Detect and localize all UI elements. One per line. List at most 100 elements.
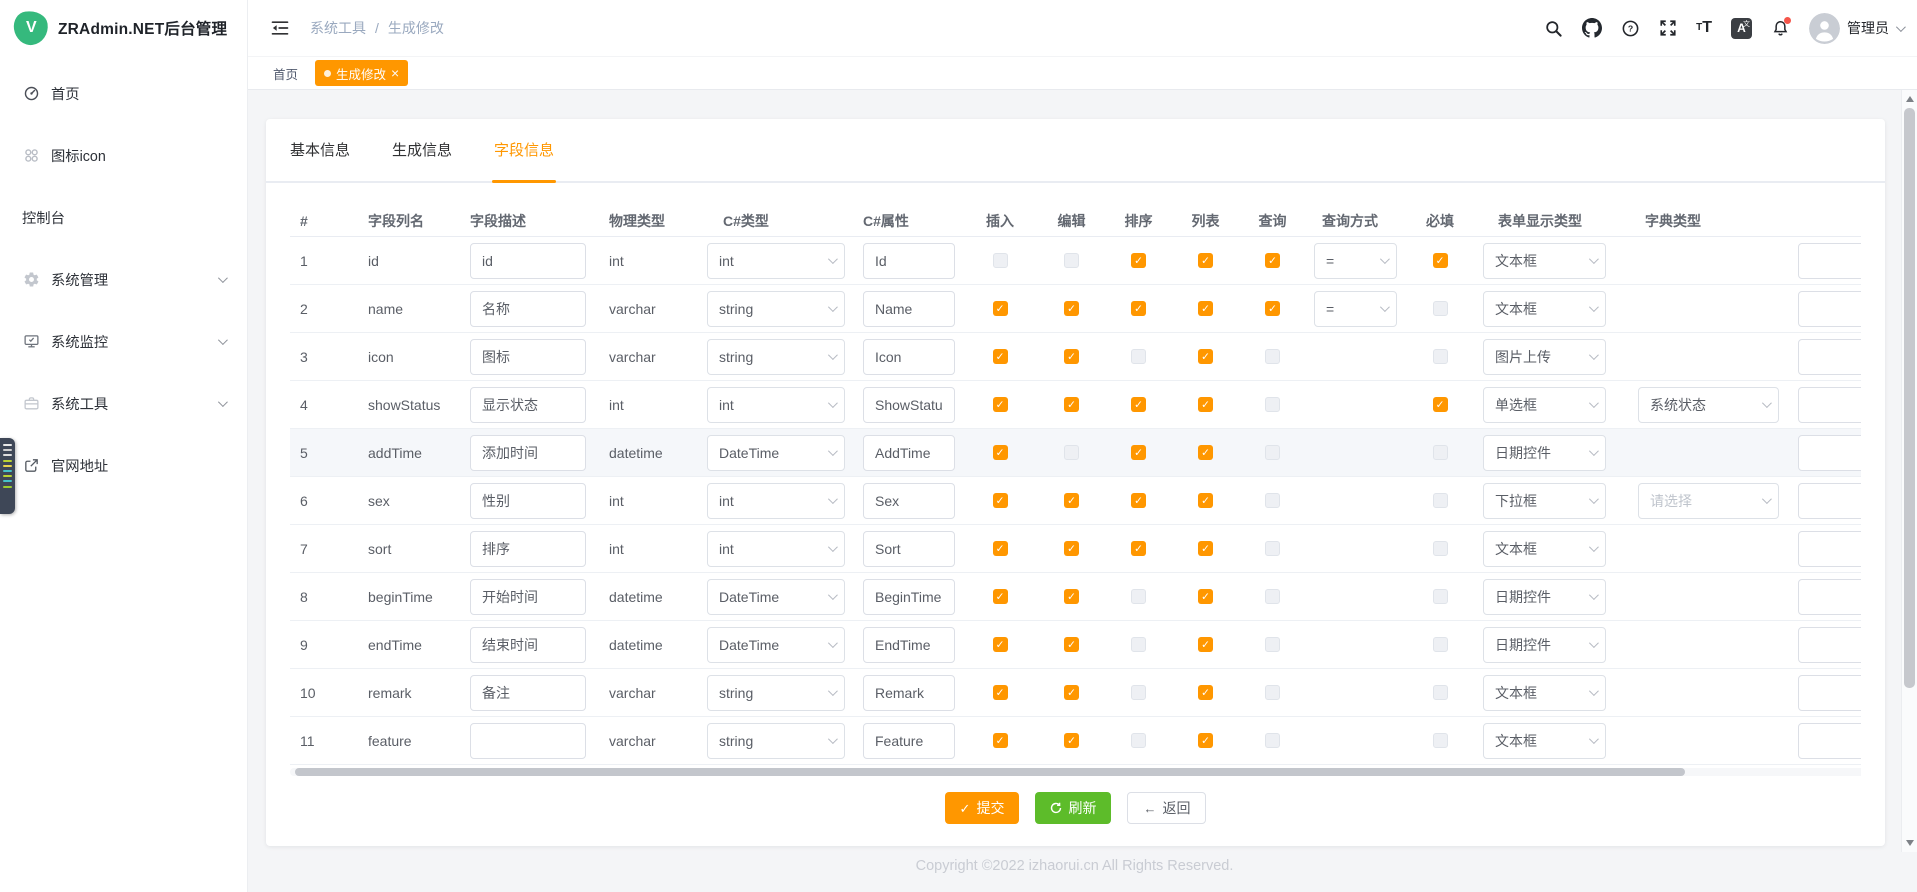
scroll-down-arrow[interactable] [1906,840,1914,846]
sidebar-item-system-tools[interactable]: 系统工具 [0,372,247,434]
sidebar-item-console[interactable]: 控制台 [0,186,247,248]
insert-checkbox[interactable]: ✓ [993,637,1008,652]
tab-generate-info[interactable]: 生成信息 [392,141,452,181]
display-type-select[interactable]: 文本框 [1483,531,1606,567]
edit-checkbox[interactable] [1064,445,1079,460]
insert-checkbox[interactable]: ✓ [993,733,1008,748]
display-type-select[interactable]: 文本框 [1483,291,1606,327]
sort-checkbox[interactable] [1131,589,1146,604]
cs-type-select[interactable]: int [707,531,845,567]
cs-type-select[interactable]: DateTime [707,435,845,471]
user-menu[interactable]: 管理员 [1809,13,1903,44]
sort-checkbox[interactable] [1131,637,1146,652]
horizontal-scrollbar[interactable] [290,768,1861,776]
refresh-button[interactable]: 刷新 [1035,792,1111,824]
tag-home[interactable]: 首页 [273,64,298,83]
cs-attribute-input[interactable] [863,387,955,423]
extra-input[interactable] [1798,435,1861,471]
description-input[interactable] [470,435,586,471]
display-type-select[interactable]: 下拉框 [1483,483,1606,519]
cs-attribute-input[interactable] [863,579,955,615]
cs-type-select[interactable]: int [707,243,845,279]
required-checkbox[interactable] [1433,637,1448,652]
description-input[interactable] [470,579,586,615]
required-checkbox[interactable] [1433,685,1448,700]
list-checkbox[interactable]: ✓ [1198,733,1213,748]
description-input[interactable] [470,675,586,711]
description-input[interactable] [470,339,586,375]
sort-checkbox[interactable]: ✓ [1131,493,1146,508]
description-input[interactable] [470,387,586,423]
dict-type-select[interactable]: 系统状态 [1638,387,1779,423]
translate-icon[interactable]: A文 [1731,18,1752,39]
sidebar-item-system-mgmt[interactable]: 系统管理 [0,248,247,310]
sidebar-item-official-site[interactable]: 官网地址 [0,434,247,496]
description-input[interactable] [470,483,586,519]
edit-checkbox[interactable]: ✓ [1064,493,1079,508]
description-input[interactable] [470,243,586,279]
display-type-select[interactable]: 单选框 [1483,387,1606,423]
query-checkbox[interactable] [1265,397,1280,412]
sort-checkbox[interactable] [1131,733,1146,748]
sort-checkbox[interactable]: ✓ [1131,541,1146,556]
list-checkbox[interactable]: ✓ [1198,445,1213,460]
fullscreen-icon[interactable] [1659,19,1677,37]
cs-type-select[interactable]: string [707,291,845,327]
cs-attribute-input[interactable] [863,339,955,375]
list-checkbox[interactable]: ✓ [1198,685,1213,700]
query-checkbox[interactable] [1265,445,1280,460]
vertical-scrollbar-thumb[interactable] [1904,108,1915,688]
cs-attribute-input[interactable] [863,291,955,327]
sort-checkbox[interactable] [1131,685,1146,700]
required-checkbox[interactable] [1433,445,1448,460]
insert-checkbox[interactable]: ✓ [993,589,1008,604]
display-type-select[interactable]: 文本框 [1483,243,1606,279]
required-checkbox[interactable] [1433,349,1448,364]
sidebar-fold-button[interactable] [270,18,290,38]
required-checkbox[interactable] [1433,493,1448,508]
cs-attribute-input[interactable] [863,675,955,711]
extra-input[interactable] [1798,339,1861,375]
query-mode-select[interactable]: = [1314,243,1397,279]
list-checkbox[interactable]: ✓ [1198,541,1213,556]
insert-checkbox[interactable]: ✓ [993,493,1008,508]
required-checkbox[interactable] [1433,733,1448,748]
insert-checkbox[interactable]: ✓ [993,349,1008,364]
cs-type-select[interactable]: string [707,723,845,759]
edit-checkbox[interactable]: ✓ [1064,349,1079,364]
performance-widget[interactable] [0,438,15,514]
query-checkbox[interactable] [1265,637,1280,652]
extra-input[interactable] [1798,387,1861,423]
description-input[interactable] [470,627,586,663]
display-type-select[interactable]: 文本框 [1483,723,1606,759]
insert-checkbox[interactable]: ✓ [993,301,1008,316]
app-logo[interactable]: V ZRAdmin.NET后台管理 [0,0,247,56]
sort-checkbox[interactable]: ✓ [1131,253,1146,268]
tag-close-icon[interactable]: × [391,66,399,80]
insert-checkbox[interactable]: ✓ [993,541,1008,556]
edit-checkbox[interactable] [1064,253,1079,268]
extra-input[interactable] [1798,243,1861,279]
query-checkbox[interactable]: ✓ [1265,301,1280,316]
insert-checkbox[interactable]: ✓ [993,445,1008,460]
font-size-icon[interactable]: TT [1696,20,1712,36]
search-icon[interactable] [1544,19,1563,38]
edit-checkbox[interactable]: ✓ [1064,397,1079,412]
extra-input[interactable] [1798,627,1861,663]
sidebar-item-home[interactable]: 首页 [0,62,247,124]
description-input[interactable] [470,723,586,759]
list-checkbox[interactable]: ✓ [1198,637,1213,652]
query-mode-select[interactable]: = [1314,291,1397,327]
required-checkbox[interactable] [1433,301,1448,316]
cs-attribute-input[interactable] [863,723,955,759]
list-checkbox[interactable]: ✓ [1198,349,1213,364]
insert-checkbox[interactable]: ✓ [993,397,1008,412]
extra-input[interactable] [1798,531,1861,567]
tab-field-info[interactable]: 字段信息 [494,141,554,181]
vertical-scrollbar[interactable] [1901,90,1917,852]
edit-checkbox[interactable]: ✓ [1064,637,1079,652]
github-icon[interactable] [1582,18,1602,38]
extra-input[interactable] [1798,483,1861,519]
required-checkbox[interactable]: ✓ [1433,253,1448,268]
sort-checkbox[interactable]: ✓ [1131,397,1146,412]
